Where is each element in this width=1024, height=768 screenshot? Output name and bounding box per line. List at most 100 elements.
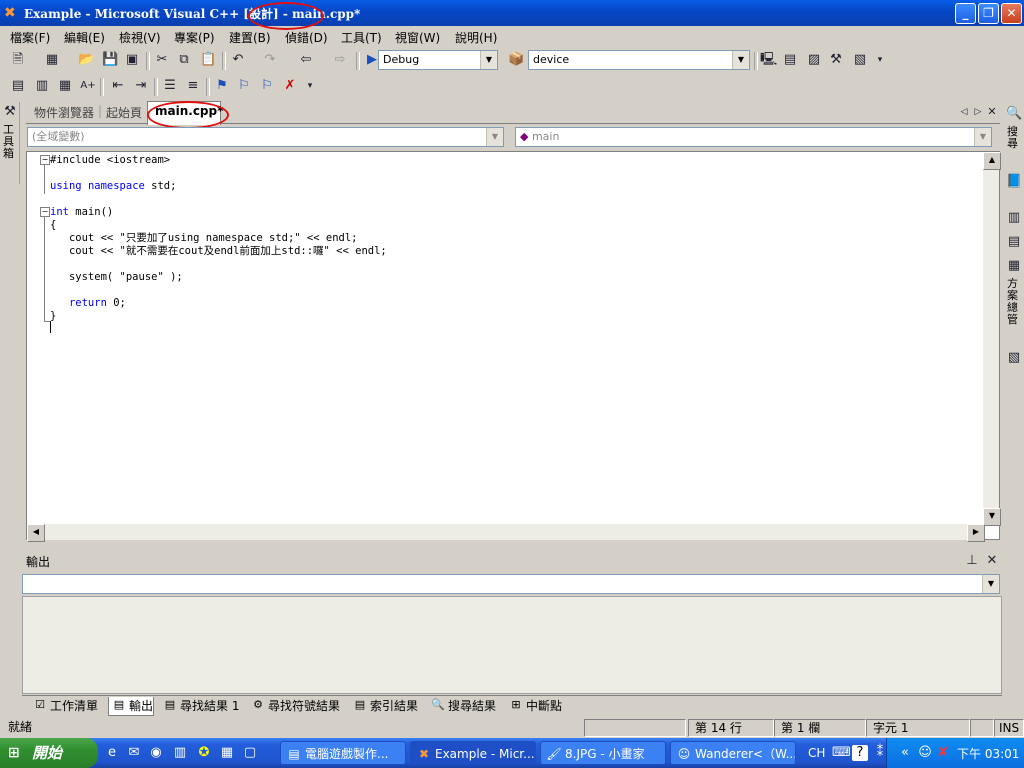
properties-icon[interactable]: ▤ xyxy=(782,52,798,68)
toolbar-options-icon[interactable]: ▾ xyxy=(302,78,318,94)
norton-icon[interactable]: ✪ xyxy=(196,745,212,761)
tab-output[interactable]: ▤ 輸出 xyxy=(108,697,155,716)
add-item-icon[interactable]: ▦ xyxy=(44,52,60,68)
close-output-icon[interactable]: ✕ xyxy=(984,553,1000,569)
clock[interactable]: 下午 03:01 xyxy=(957,745,1019,762)
minimize-button[interactable]: _ xyxy=(955,3,976,24)
device-combo[interactable]: device ▼ xyxy=(528,50,750,70)
menu-file[interactable]: 檔案(F) xyxy=(10,29,50,46)
menu-edit[interactable]: 編輯(E) xyxy=(64,29,105,46)
scroll-right-icon[interactable]: ▶ xyxy=(967,524,985,542)
connect-device-icon[interactable]: 🖳 xyxy=(760,52,777,68)
help-book-icon[interactable]: 📘 xyxy=(1006,174,1022,190)
task-button-active[interactable]: ✖ Example - Micr... xyxy=(410,741,536,765)
new-project-icon[interactable]: 🗎 xyxy=(10,52,26,68)
collapse-toggle[interactable]: − xyxy=(40,155,50,165)
chevron-down-icon[interactable]: ▼ xyxy=(732,51,749,69)
parameter-info-icon[interactable]: ▥ xyxy=(34,78,50,94)
outlook-icon[interactable]: ✉ xyxy=(126,745,142,761)
toolbox-icon[interactable]: ⚒ xyxy=(828,52,844,68)
navigate-forward-icon[interactable]: ⇨ xyxy=(332,52,348,68)
tab-task-list[interactable]: ☑ 工作清單 xyxy=(30,697,98,715)
cut-icon[interactable]: ✂ xyxy=(154,52,170,68)
menu-project[interactable]: 專案(P) xyxy=(174,29,215,46)
task-button[interactable]: ▤ 電腦遊戲製作... xyxy=(280,741,406,765)
complete-word-icon[interactable]: A+ xyxy=(80,78,96,94)
tab-start-page[interactable]: 起始頁 xyxy=(106,104,142,121)
navigate-back-icon[interactable]: ⇦ xyxy=(298,52,314,68)
scope-combo[interactable]: (全域變數) ▼ xyxy=(27,127,504,147)
app-icon[interactable]: ✖ xyxy=(4,5,20,21)
antivirus-tray-icon[interactable]: ✘ xyxy=(935,745,951,761)
code-line[interactable]: #include <iostream> xyxy=(50,154,170,167)
member-combo[interactable]: ◆ main ▼ xyxy=(515,127,992,147)
paste-icon[interactable]: 📋 xyxy=(200,52,216,68)
tab-find-symbol-results[interactable]: ⚙ 尋找符號結果 xyxy=(248,697,340,715)
help-icon[interactable]: ? xyxy=(852,745,868,761)
network-icon[interactable]: ▦ xyxy=(219,745,235,761)
language-indicator[interactable]: CH xyxy=(808,746,825,760)
code-line[interactable]: { xyxy=(50,219,56,232)
decrease-indent-icon[interactable]: ⇤ xyxy=(110,78,126,94)
search-label[interactable]: 搜尋 xyxy=(1007,126,1021,150)
solution-config-combo[interactable]: Debug ▼ xyxy=(378,50,498,70)
chevron-down-icon[interactable]: ▼ xyxy=(480,51,497,69)
code-editor[interactable]: − − #include <iostream> using namespace s… xyxy=(26,151,1001,542)
vertical-scrollbar[interactable]: ▲ ▼ xyxy=(983,152,1001,526)
chevron-down-icon[interactable]: ▼ xyxy=(982,575,999,593)
save-all-icon[interactable]: ▣ xyxy=(124,52,140,68)
close-document-icon[interactable]: ✕ xyxy=(984,104,1000,120)
scroll-left-icon[interactable]: ◀ xyxy=(27,524,45,542)
scroll-down-icon[interactable]: ▼ xyxy=(983,508,1001,526)
code-line[interactable]: int main() xyxy=(50,206,113,219)
horizontal-scrollbar[interactable]: ◀ ▶ xyxy=(27,524,985,542)
code-line[interactable]: using namespace std; xyxy=(50,180,176,193)
tab-object-browser[interactable]: 物件瀏覽器 xyxy=(34,104,94,121)
messenger-tray-icon[interactable]: ☺ xyxy=(917,745,933,761)
output-title-bar[interactable]: 輸出 ⊥ ✕ xyxy=(22,552,1002,570)
save-icon[interactable]: 💾 xyxy=(102,52,118,68)
code-line[interactable]: system( "pause" ); xyxy=(50,271,183,284)
copy-icon[interactable]: ⧉ xyxy=(176,52,192,68)
search-icon[interactable]: 🔍 xyxy=(1006,106,1022,122)
undo-icon[interactable]: ↶ xyxy=(230,52,246,68)
output-source-combo[interactable]: ▼ xyxy=(22,574,1000,594)
menu-tools[interactable]: 工具(T) xyxy=(341,29,382,46)
chevron-down-icon[interactable]: ▼ xyxy=(486,128,503,146)
object-browser-icon[interactable]: ▨ xyxy=(806,52,822,68)
next-bookmark-icon[interactable]: ⚐ xyxy=(236,78,252,94)
menu-view[interactable]: 檢視(V) xyxy=(119,29,161,46)
tab-index-results[interactable]: ▤ 索引結果 xyxy=(350,697,418,715)
open-icon[interactable]: 📂 xyxy=(78,52,94,68)
desktop-icon[interactable]: ▢ xyxy=(242,745,258,761)
start-button[interactable]: ⊞ 開始 xyxy=(0,738,98,768)
properties-icon[interactable]: ▧ xyxy=(1006,350,1022,366)
menu-debug[interactable]: 偵錯(D) xyxy=(285,29,328,46)
collapse-toggle[interactable]: − xyxy=(40,207,50,217)
previous-bookmark-icon[interactable]: ⚐ xyxy=(259,78,275,94)
title-bar[interactable]: ✖ Example - Microsoft Visual C++ [設計] - … xyxy=(0,0,1024,30)
pin-icon[interactable]: ⊥ xyxy=(964,553,980,569)
doc-icon[interactable]: ▥ xyxy=(172,745,188,761)
solution-explorer-icon[interactable]: ▦ xyxy=(1006,258,1022,274)
task-button[interactable]: ☺ Wanderer<（W... xyxy=(670,741,796,765)
comment-icon[interactable]: ☰ xyxy=(162,78,178,94)
menu-window[interactable]: 視窗(W) xyxy=(395,29,440,46)
quick-info-icon[interactable]: ▦ xyxy=(57,78,73,94)
clear-bookmarks-icon[interactable]: ✗ xyxy=(282,78,298,94)
code-line[interactable]: cout << "只要加了using namespace std;" << en… xyxy=(50,232,358,245)
solution-explorer-label[interactable]: 方案總管 xyxy=(1007,278,1021,326)
keyboard-icon[interactable]: ⌨ xyxy=(832,745,851,761)
scroll-up-icon[interactable]: ▲ xyxy=(983,152,1001,170)
menu-build[interactable]: 建置(B) xyxy=(229,29,271,46)
display-object-members-icon[interactable]: ▤ xyxy=(10,78,26,94)
increase-indent-icon[interactable]: ⇥ xyxy=(133,78,149,94)
media-icon[interactable]: ◉ xyxy=(148,745,164,761)
tab-find-results-1[interactable]: ▤ 尋找結果 1 xyxy=(160,697,240,715)
menu-help[interactable]: 說明(H) xyxy=(455,29,497,46)
task-button[interactable]: 🖌 8.JPG - 小畫家 xyxy=(540,741,666,765)
ie-icon[interactable]: e xyxy=(104,745,120,761)
class-view-icon[interactable]: ▤ xyxy=(1006,234,1022,250)
chevron-down-icon[interactable]: ▼ xyxy=(974,128,991,146)
uncomment-icon[interactable]: ≡ xyxy=(185,78,201,94)
